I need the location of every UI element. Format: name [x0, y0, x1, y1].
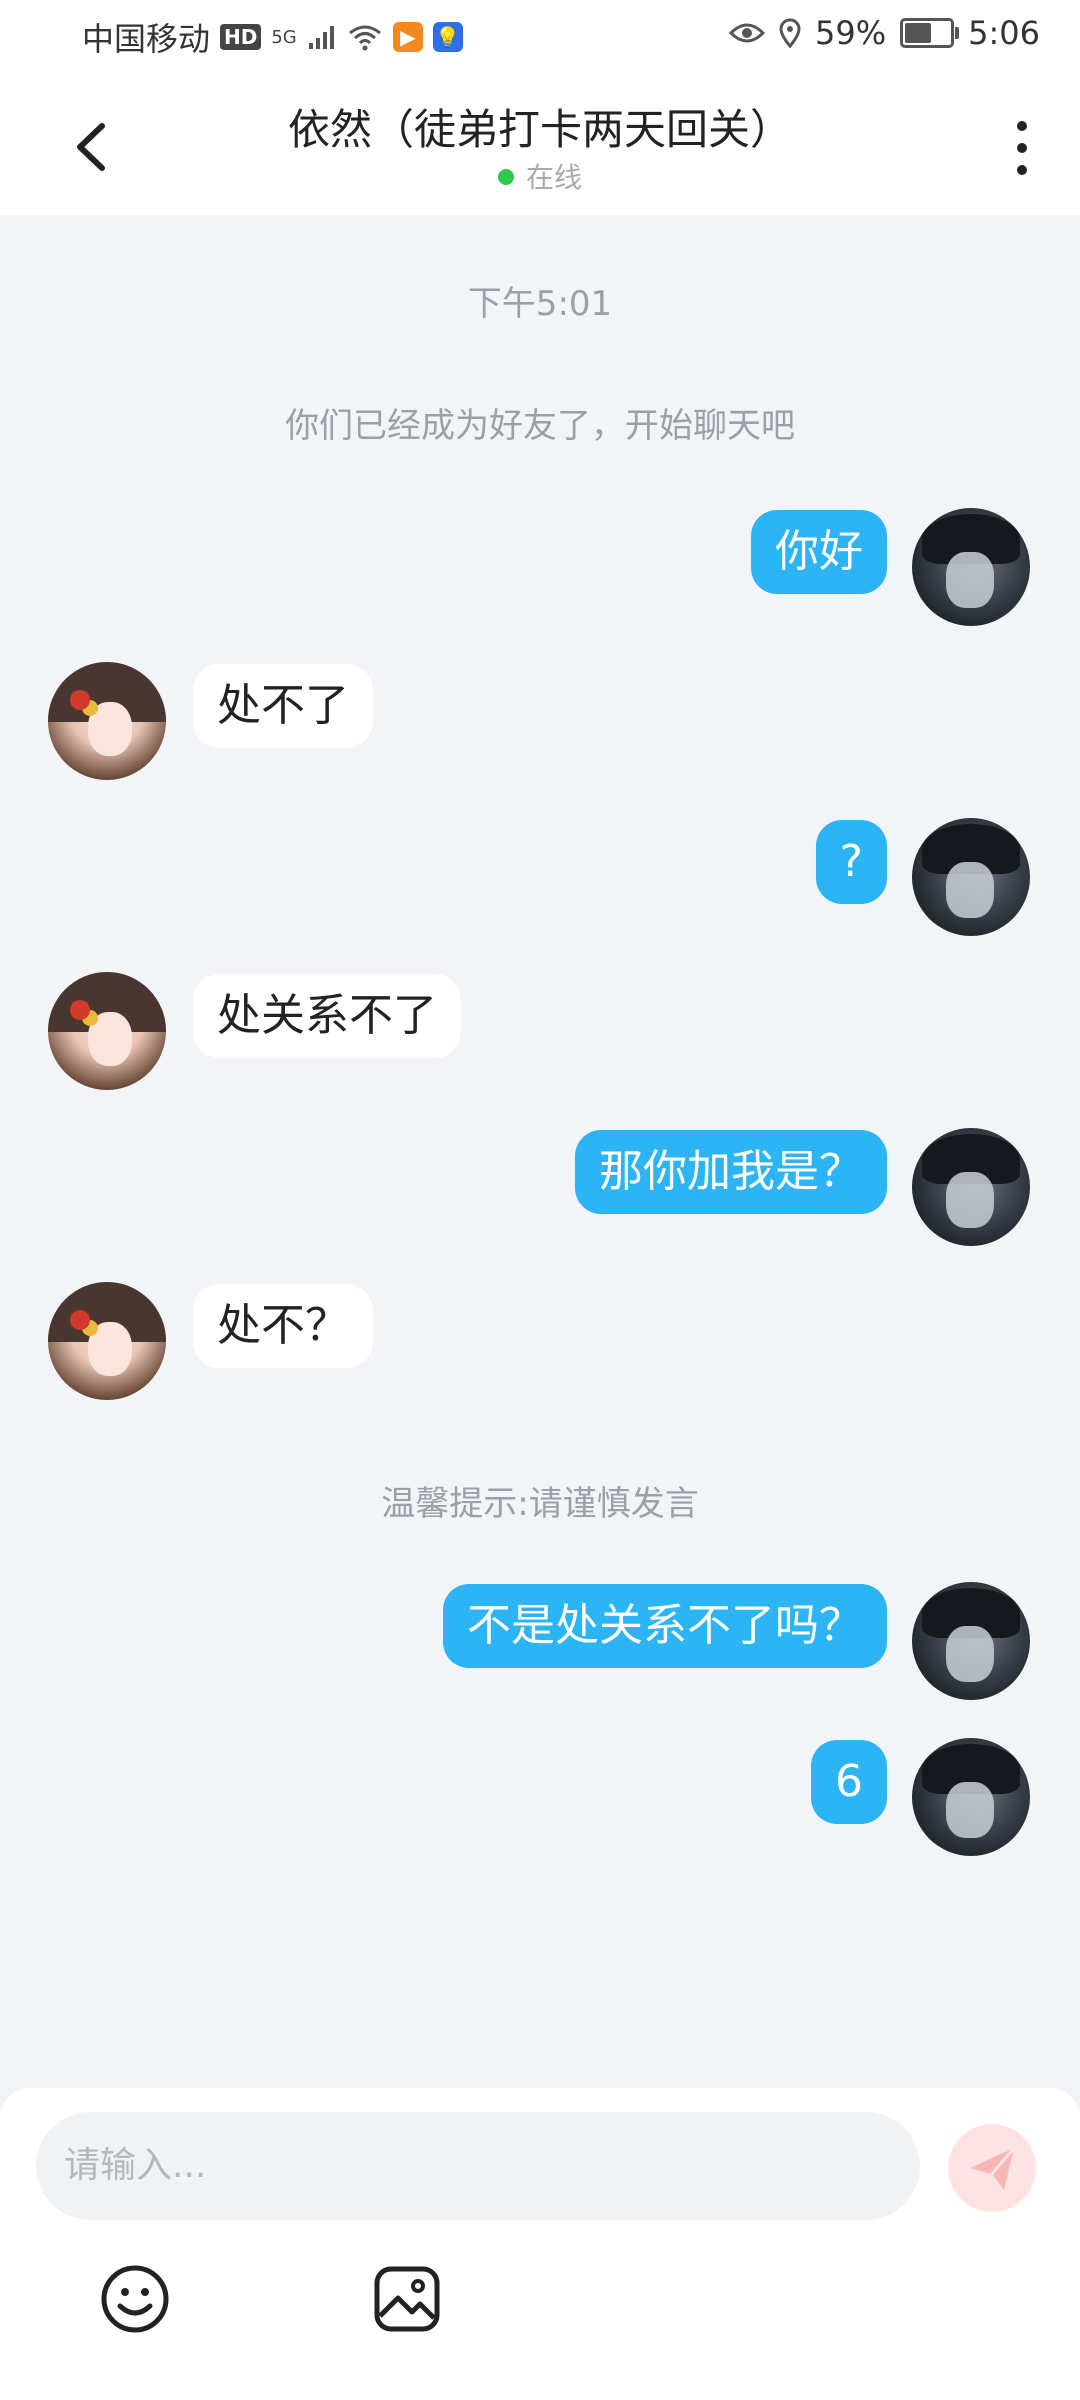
contact-avatar[interactable]	[48, 662, 166, 780]
my-avatar[interactable]	[912, 1128, 1030, 1246]
message-composer: 请输入...	[0, 2088, 1080, 2400]
chat-header: 依然（徒弟打卡两天回关） 在线	[0, 72, 1080, 215]
network-type: 5G	[271, 26, 297, 48]
bulb-app-icon: 💡	[432, 22, 463, 52]
chat-title: 依然（徒弟打卡两天回关）	[287, 105, 792, 154]
hd-badge: HD	[220, 24, 262, 50]
online-status: 在线	[0, 156, 1080, 196]
send-button[interactable]	[948, 2124, 1036, 2212]
send-icon	[970, 2147, 1016, 2190]
clock: 5:06	[968, 14, 1040, 52]
location-icon	[779, 18, 801, 48]
message-input-placeholder: 请输入...	[64, 2145, 207, 2186]
video-app-icon: ▶	[392, 22, 423, 52]
online-dot-icon	[497, 169, 514, 185]
my-avatar[interactable]	[912, 818, 1030, 936]
wifi-icon	[348, 25, 381, 51]
my-avatar[interactable]	[912, 1738, 1030, 1856]
message-bubble-sent[interactable]: ?	[815, 820, 887, 904]
message-bubble-received[interactable]: 处关系不了	[193, 974, 461, 1058]
message-bubble-sent[interactable]: 不是处关系不了吗？	[443, 1584, 887, 1668]
online-status-label: 在线	[525, 161, 582, 194]
chat-timestamp: 下午5:01	[467, 284, 613, 324]
message-bubble-sent[interactable]: 6	[811, 1740, 887, 1824]
emoji-icon[interactable]	[100, 2264, 170, 2334]
battery-icon	[900, 18, 960, 48]
my-avatar[interactable]	[912, 508, 1030, 626]
message-bubble-received[interactable]: 处不？	[193, 1284, 373, 1368]
carrier-name: 中国移动	[82, 20, 211, 58]
status-left: 中国移动 HD 5G ▶ 💡	[82, 14, 463, 60]
signal-icon	[308, 26, 334, 49]
message-input[interactable]: 请输入...	[36, 2112, 920, 2220]
status-bar: 中国移动 HD 5G ▶ 💡 59% 5:06	[0, 0, 1080, 72]
more-options-icon[interactable]	[1010, 118, 1034, 178]
message-bubble-sent[interactable]: 那你加我是？	[575, 1130, 887, 1214]
status-right: 59% 5:06	[729, 14, 1040, 52]
image-picker-icon[interactable]	[372, 2264, 442, 2334]
eye-icon	[729, 23, 766, 43]
contact-avatar[interactable]	[48, 972, 166, 1090]
battery-percent: 59%	[815, 14, 887, 52]
warm-tip: 温馨提示:请谨慎发言	[381, 1484, 699, 1524]
message-bubble-sent[interactable]: 你好	[751, 510, 887, 594]
contact-avatar[interactable]	[48, 1282, 166, 1400]
message-bubble-received[interactable]: 处不了	[193, 664, 373, 748]
friend-notice: 你们已经成为好友了，开始聊天吧	[285, 406, 795, 446]
my-avatar[interactable]	[912, 1582, 1030, 1700]
